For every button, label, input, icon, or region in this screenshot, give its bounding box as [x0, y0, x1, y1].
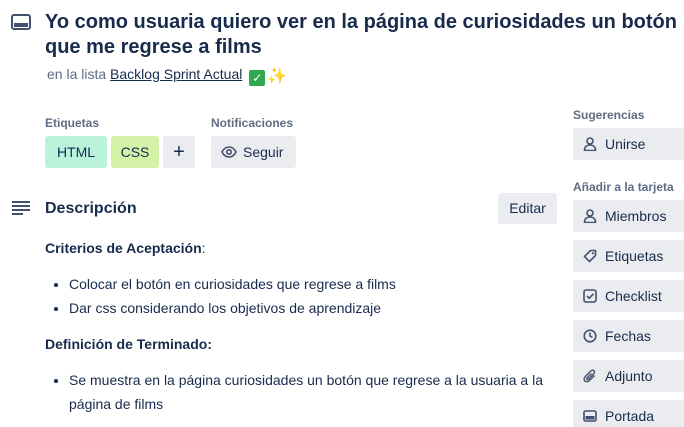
suggestions-heading: Sugerencias — [573, 108, 645, 122]
criteria-list: Colocar el botón en curiosidades que reg… — [45, 272, 555, 320]
members-button[interactable]: Miembros — [573, 200, 684, 232]
dates-button[interactable]: Fechas — [573, 320, 684, 352]
checklist-icon — [583, 289, 597, 303]
edit-description-button[interactable]: Editar — [498, 193, 557, 224]
join-button[interactable]: Unirse — [573, 128, 684, 160]
dates-label: Fechas — [605, 328, 651, 344]
list-info: en la lista Backlog Sprint Actual ✓ ✨ — [47, 66, 287, 86]
description-heading: Descripción — [45, 200, 137, 217]
done-title: Definición de Terminado: — [45, 336, 212, 352]
criteria-colon: : — [201, 240, 206, 256]
attachment-label: Adjunto — [605, 368, 653, 384]
add-label-button[interactable]: + — [163, 136, 195, 168]
label-chip-html[interactable]: HTML — [45, 136, 107, 168]
paperclip-icon — [583, 369, 596, 383]
done-list: Se muestra en la página curiosidades un … — [45, 368, 555, 416]
description-icon — [12, 201, 30, 215]
follow-label: Seguir — [243, 144, 284, 160]
cover-icon — [583, 410, 597, 422]
labels-button-label: Etiquetas — [605, 248, 664, 264]
labels-heading: Etiquetas — [45, 116, 100, 130]
members-label: Miembros — [605, 208, 667, 224]
checklist-label: Checklist — [605, 288, 662, 304]
card-icon — [11, 14, 31, 30]
cover-button[interactable]: Portada — [573, 400, 684, 427]
eye-icon — [221, 146, 237, 158]
description-body[interactable]: Criterios de Aceptación: Colocar el botó… — [45, 236, 555, 416]
notifications-heading: Notificaciones — [211, 116, 294, 130]
sparkles-emoji-icon: ✨ — [267, 68, 288, 85]
label-tag-icon — [583, 249, 597, 263]
checklist-button[interactable]: Checklist — [573, 280, 684, 312]
card-title[interactable]: Yo como usuaria quiero ver en la página … — [45, 10, 684, 60]
person-icon — [583, 209, 597, 223]
criteria-title: Criterios de Aceptación — [45, 240, 202, 256]
list-item: Dar css considerando los objetivos de ap… — [69, 296, 555, 320]
list-prefix: en la lista — [47, 66, 107, 82]
attachment-button[interactable]: Adjunto — [573, 360, 684, 392]
clock-icon — [583, 329, 597, 343]
list-item: Se muestra en la página curiosidades un … — [69, 368, 555, 416]
list-item: Colocar el botón en curiosidades que reg… — [69, 272, 555, 296]
check-mark-emoji-icon: ✓ — [249, 70, 266, 86]
follow-button[interactable]: Seguir — [211, 136, 296, 168]
join-label: Unirse — [605, 136, 646, 152]
person-icon — [583, 137, 597, 151]
labels-button[interactable]: Etiquetas — [573, 240, 684, 272]
list-link[interactable]: Backlog Sprint Actual — [110, 66, 242, 82]
label-chip-css[interactable]: CSS — [111, 136, 159, 168]
add-to-card-heading: Añadir a la tarjeta — [573, 180, 674, 194]
cover-label: Portada — [605, 408, 655, 424]
